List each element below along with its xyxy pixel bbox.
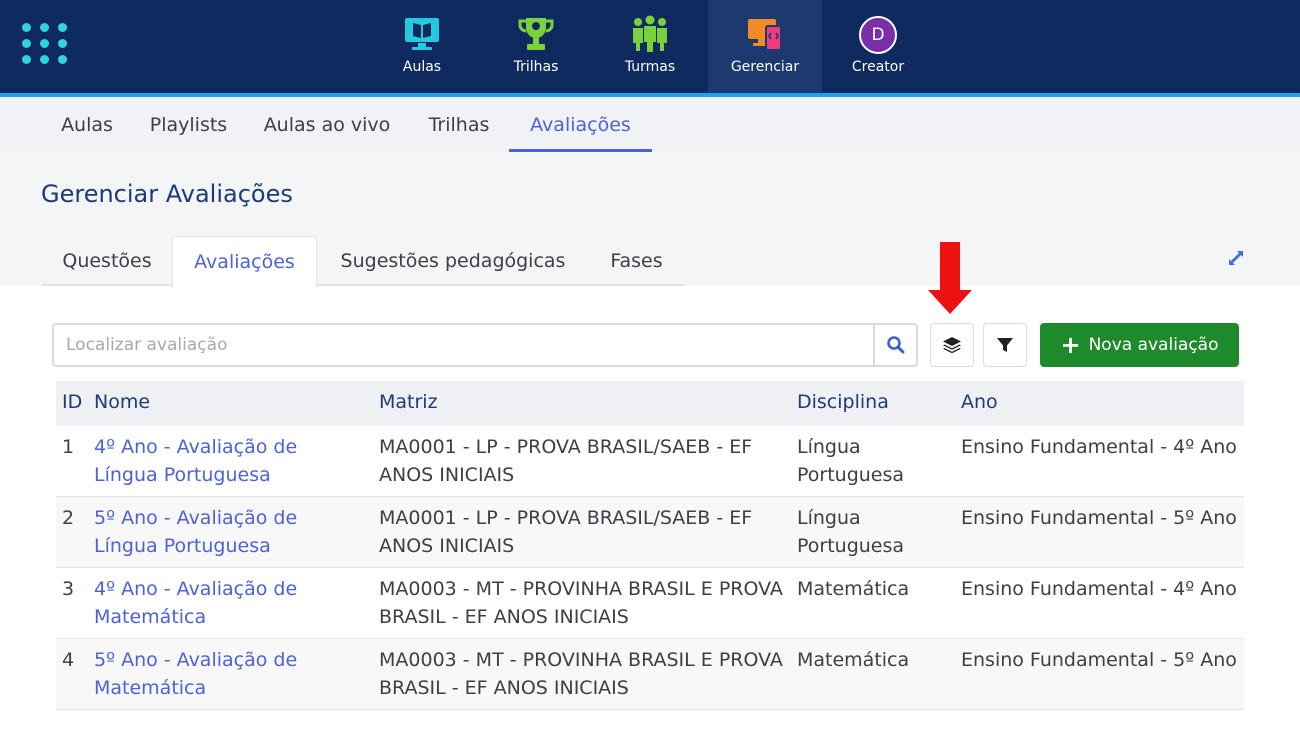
column-header-id[interactable]: ID [62, 381, 82, 426]
nav-label: Trilhas [513, 59, 559, 75]
nav-label: Gerenciar [730, 59, 800, 75]
cell-matriz: MA0003 - MT - PROVINHA BRASIL E PROVA BR… [379, 646, 783, 702]
search-icon [886, 336, 904, 354]
column-header-nome[interactable]: Nome [94, 381, 150, 426]
nav-label: Turmas [624, 59, 676, 75]
nav-label: Aulas [402, 59, 442, 75]
cell-matriz-line: MA0003 - MT - PROVINHA BRASIL E PROVA [379, 578, 783, 600]
cell-nome-line: 4º Ano - Avaliação de [94, 578, 298, 600]
cell-matriz-line: MA0003 - MT - PROVINHA BRASIL E PROVA [379, 649, 783, 671]
monitor-book-icon [402, 14, 442, 54]
cell-disciplina-line: Portuguesa [797, 535, 905, 557]
nav-item-creator[interactable]: D Creator [821, 0, 935, 93]
table-row: 1 4º Ano - Avaliação de Língua Portugues… [56, 426, 1244, 497]
cell-disciplina: Língua Portuguesa [797, 433, 904, 489]
filter-button[interactable] [983, 323, 1027, 367]
subnav-item-aulas[interactable]: Aulas [50, 97, 124, 152]
cell-matriz: MA0003 - MT - PROVINHA BRASIL E PROVA BR… [379, 575, 783, 631]
plus-icon: + [1060, 331, 1081, 359]
cell-id: 2 [62, 507, 75, 529]
search-field[interactable] [52, 323, 874, 367]
cell-disciplina: Matemática [797, 646, 909, 674]
devices-icon [745, 14, 785, 54]
cell-ano: Ensino Fundamental - 5º Ano [961, 649, 1237, 671]
cell-nome-link[interactable]: 4º Ano - Avaliação de Matemática [94, 575, 297, 631]
cell-id: 4 [62, 649, 75, 671]
subnav-item-playlists[interactable]: Playlists [140, 97, 237, 152]
expand-icon[interactable] [1226, 248, 1246, 268]
cell-ano: Ensino Fundamental - 5º Ano [961, 507, 1237, 529]
search-input[interactable] [54, 325, 874, 365]
subnav-item-avaliacoes[interactable]: Avaliações [509, 97, 652, 152]
cell-disciplina-line: Matemática [797, 649, 910, 671]
cell-matriz-line: ANOS INICIAIS [379, 464, 515, 486]
table-row: 3 4º Ano - Avaliação de Matemática MA000… [56, 568, 1244, 639]
cell-ano: Ensino Fundamental - 4º Ano [961, 436, 1237, 458]
cell-matriz-line: BRASIL - EF ANOS INICIAIS [379, 677, 629, 699]
trophy-icon [516, 14, 556, 54]
cell-disciplina-line: Língua [797, 436, 861, 458]
subnav-item-aulas-ao-vivo[interactable]: Aulas ao vivo [253, 97, 401, 152]
cell-nome-line: 4º Ano - Avaliação de [94, 436, 298, 458]
table-row: 2 5º Ano - Avaliação de Língua Portugues… [56, 497, 1244, 568]
tab-avaliacoes[interactable]: Avaliações [172, 236, 317, 288]
nav-item-aulas[interactable]: Aulas [365, 0, 479, 93]
cell-id: 3 [62, 578, 75, 600]
cell-nome-link[interactable]: 5º Ano - Avaliação de Língua Portuguesa [94, 504, 297, 560]
filter-icon [997, 338, 1013, 352]
cell-nome-line: Matemática [94, 606, 207, 628]
cell-disciplina-line: Matemática [797, 578, 910, 600]
page-title: Gerenciar Avaliações [41, 180, 293, 208]
nav-item-trilhas[interactable]: Trilhas [479, 0, 593, 93]
new-evaluation-label: Nova avaliação [1088, 335, 1219, 355]
cell-matriz-line: BRASIL - EF ANOS INICIAIS [379, 606, 629, 628]
column-header-matriz[interactable]: Matriz [379, 381, 438, 426]
red-arrow-annotation [928, 242, 972, 316]
top-navigation-bar: Aulas Trilhas Turmas Gerenciar D Creator [0, 0, 1300, 93]
tab-questoes[interactable]: Questões [42, 236, 172, 286]
cell-nome-link[interactable]: 4º Ano - Avaliação de Língua Portuguesa [94, 433, 297, 489]
nav-item-turmas[interactable]: Turmas [593, 0, 707, 93]
cell-matriz-line: ANOS INICIAIS [379, 535, 515, 557]
cell-disciplina-line: Portuguesa [797, 464, 905, 486]
cell-disciplina: Língua Portuguesa [797, 504, 904, 560]
secondary-navigation: Aulas Playlists Aulas ao vivo Trilhas Av… [0, 97, 1300, 152]
layers-button[interactable] [930, 323, 974, 367]
cell-disciplina-line: Língua [797, 507, 861, 529]
nav-item-gerenciar[interactable]: Gerenciar [708, 0, 822, 93]
cell-matriz-line: MA0001 - LP - PROVA BRASIL/SAEB - EF [379, 507, 753, 529]
cell-matriz-line: MA0001 - LP - PROVA BRASIL/SAEB - EF [379, 436, 753, 458]
cell-nome-line: Língua Portuguesa [94, 464, 271, 486]
search-button[interactable] [873, 323, 918, 367]
group-icon [630, 14, 670, 54]
cell-disciplina: Matemática [797, 575, 909, 603]
table-header: ID Nome Matriz Disciplina Ano [56, 381, 1244, 426]
column-header-disciplina[interactable]: Disciplina [797, 381, 889, 426]
cell-matriz: MA0001 - LP - PROVA BRASIL/SAEB - EF ANO… [379, 433, 752, 489]
cell-nome-link[interactable]: 5º Ano - Avaliação de Matemática [94, 646, 297, 702]
avatar: D [859, 16, 897, 54]
cell-nome-line: 5º Ano - Avaliação de [94, 649, 298, 671]
page-header: Gerenciar Avaliações Questões Avaliações… [0, 152, 1300, 288]
cell-nome-line: Língua Portuguesa [94, 535, 271, 557]
cell-nome-line: Matemática [94, 677, 207, 699]
cell-ano: Ensino Fundamental - 4º Ano [961, 578, 1237, 600]
cell-matriz: MA0001 - LP - PROVA BRASIL/SAEB - EF ANO… [379, 504, 752, 560]
new-evaluation-button[interactable]: + Nova avaliação [1040, 323, 1239, 367]
layers-icon [943, 337, 961, 354]
table-row: 4 5º Ano - Avaliação de Matemática MA000… [56, 639, 1244, 710]
cell-id: 1 [62, 436, 75, 458]
subnav-item-trilhas[interactable]: Trilhas [416, 97, 502, 152]
column-header-ano[interactable]: Ano [961, 381, 998, 426]
tab-fases[interactable]: Fases [589, 236, 684, 286]
apps-grid-icon[interactable] [22, 23, 68, 65]
nav-label: Creator [851, 59, 905, 75]
tab-sugestoes-pedagogicas[interactable]: Sugestões pedagógicas [317, 236, 589, 286]
cell-nome-line: 5º Ano - Avaliação de [94, 507, 298, 529]
